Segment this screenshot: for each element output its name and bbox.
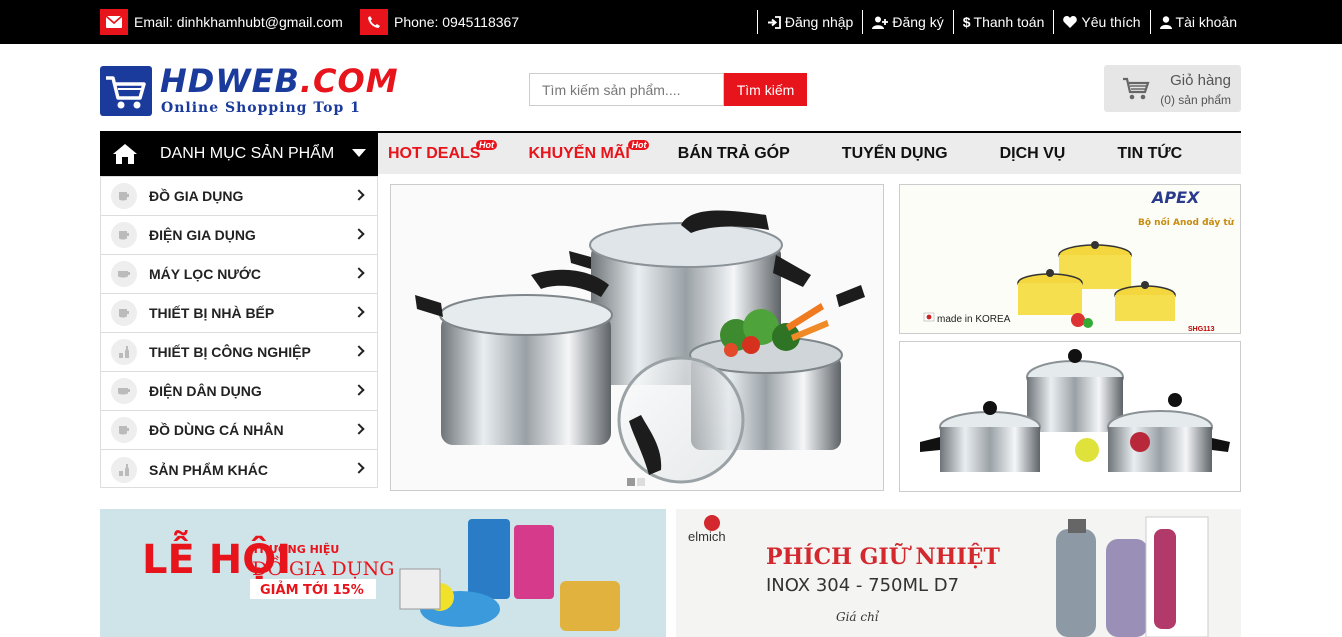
account-label: Tài khoản [1175, 14, 1237, 30]
home-icon [113, 143, 137, 164]
chevron-right-icon [353, 423, 365, 435]
cart-title: Giỏ hàng [1170, 72, 1231, 89]
search-button[interactable]: Tìm kiếm [724, 73, 807, 106]
slider-dot[interactable] [637, 478, 645, 486]
chevron-right-icon [353, 228, 365, 240]
nav-ban-tra-gop[interactable]: BÁN TRẢ GÓP [678, 145, 790, 163]
chevron-right-icon [353, 306, 365, 318]
apex-made-in: made in KOREA [937, 314, 1011, 325]
cookware-pots-image [415, 210, 865, 484]
hero-slider[interactable] [390, 184, 884, 491]
user-icon [1159, 15, 1172, 29]
promo2-sub: INOX 304 - 750ML D7 [766, 575, 959, 596]
nav-khuyen-mai[interactable]: KHUYẾN MÃI Hot [528, 139, 650, 163]
sign-in-icon [767, 15, 781, 29]
nav-tuyen-dung[interactable]: TUYỂN DỤNG [842, 145, 948, 163]
phone-contact[interactable]: Phone: 0945118367 [360, 9, 519, 35]
sidebar-item-thiet-bi-nha-bep[interactable]: THIẾT BỊ NHÀ BẾP [101, 294, 377, 333]
search-form: Tìm kiếm [529, 73, 807, 106]
apex-code: SHG113 [1188, 326, 1215, 333]
envelope-icon [100, 9, 128, 35]
sidebar-item-do-dung-ca-nhan[interactable]: ĐỒ DÙNG CÁ NHÂN [101, 411, 377, 450]
promo2-price-label: Giá chỉ [836, 610, 880, 624]
category-menu-label: DANH MỤC SẢN PHẨM [160, 144, 335, 162]
thermos-promo-image: elmich PHÍCH GIỮ NHIỆT INOX 304 - 750ML … [676, 509, 1241, 637]
category-sidebar: ĐỒ GIA DỤNG ĐIỆN GIA DỤNG MÁY LỌC NƯỚC T… [100, 176, 378, 488]
promo1-line3: ĐỒ GIA DỤNG [252, 555, 394, 580]
cup-icon [111, 417, 137, 443]
apex-cookware-banner[interactable]: APEX Bộ nồi Anod đáy từ made in KOREA SH… [899, 184, 1241, 334]
login-label: Đăng nhập [784, 14, 854, 30]
caret-down-icon [352, 149, 366, 157]
account-link[interactable]: Tài khoản [1149, 10, 1246, 34]
sidebar-item-dien-dan-dung[interactable]: ĐIỆN DÂN DỤNG [101, 372, 377, 411]
chevron-right-icon [353, 462, 365, 474]
phone-icon [360, 9, 388, 35]
nav-hot-deals[interactable]: HOT DEALS Hot [388, 139, 497, 163]
register-link[interactable]: Đăng ký [862, 10, 952, 34]
cup-icon [111, 300, 137, 326]
site-logo[interactable]: HDWEB.COM Online Shopping Top 1 [100, 62, 398, 118]
wishlist-link[interactable]: Yêu thích [1053, 10, 1149, 34]
bottle-icon [111, 456, 137, 483]
sidebar-item-do-gia-dung[interactable]: ĐỒ GIA DỤNG [101, 177, 377, 216]
email-contact[interactable]: Email: dinhkhamhubt@gmail.com [100, 9, 343, 35]
promo2-brand: elmich [688, 529, 726, 544]
slider-dot[interactable] [627, 478, 635, 486]
cup-icon [111, 378, 137, 404]
nav-links: HOT DEALS Hot KHUYẾN MÃI Hot BÁN TRẢ GÓP… [388, 133, 1182, 174]
bottle-icon [111, 339, 137, 365]
cart-count: (0) sản phẩm [1160, 93, 1231, 107]
cart-widget[interactable]: Giỏ hàng (0) sản phẩm [1104, 65, 1241, 112]
chevron-right-icon [353, 189, 365, 201]
logo-cart-icon [100, 66, 152, 116]
apex-title: Bộ nồi Anod đáy từ [1138, 217, 1235, 228]
sidebar-item-san-pham-khac[interactable]: SẢN PHẨM KHÁC [101, 450, 377, 489]
promo1-discount: GIẢM TỚI 15% [260, 581, 364, 598]
category-menu-button[interactable]: DANH MỤC SẢN PHẨM [100, 131, 378, 176]
cart-icon [1123, 77, 1150, 100]
sidebar-item-thiet-bi-cong-nghiep[interactable]: THIẾT BỊ CÔNG NGHIỆP [101, 333, 377, 372]
checkout-link[interactable]: $ Thanh toán [952, 10, 1054, 34]
email-text: Email: dinhkhamhubt@gmail.com [134, 14, 343, 30]
slider-dots[interactable] [627, 478, 647, 486]
account-links: Đăng nhập Đăng ký $ Thanh toán Yêu thích… [756, 10, 1246, 34]
promo-banner-thermos[interactable]: elmich PHÍCH GIỮ NHIỆT INOX 304 - 750ML … [676, 509, 1241, 637]
checkout-label: Thanh toán [973, 14, 1045, 30]
top-bar: Email: dinhkhamhubt@gmail.com Phone: 094… [0, 0, 1342, 44]
search-input[interactable] [529, 73, 724, 106]
logo-brand: HDWEB.COM [160, 62, 399, 100]
user-plus-icon [872, 16, 889, 29]
sidebar-item-may-loc-nuoc[interactable]: MÁY LỌC NƯỚC [101, 255, 377, 294]
logo-tagline: Online Shopping Top 1 [161, 100, 361, 116]
apex-pots-image: APEX Bộ nồi Anod đáy từ made in KOREA SH… [900, 185, 1240, 333]
cup-icon [111, 183, 137, 209]
wishlist-label: Yêu thích [1081, 14, 1141, 30]
main-nav: DANH MỤC SẢN PHẨM HOT DEALS Hot KHUYẾN M… [100, 131, 1241, 176]
heart-icon [1063, 16, 1078, 28]
hot-badge: Hot [628, 139, 650, 150]
dollar-icon: $ [962, 14, 971, 30]
register-label: Đăng ký [892, 14, 944, 30]
chevron-right-icon [353, 384, 365, 396]
chevron-right-icon [353, 345, 365, 357]
cup-icon [111, 261, 137, 287]
steel-pots-image [900, 342, 1240, 491]
sidebar-item-dien-gia-dung[interactable]: ĐIỆN GIA DỤNG [101, 216, 377, 255]
festival-promo-image: LỄ HỘI THƯƠNG HIỆU ĐỒ GIA DỤNG GIẢM TỚI … [100, 509, 666, 637]
cup-icon [111, 222, 137, 248]
apex-brand: APEX [1150, 188, 1200, 207]
promo1-line2: THƯƠNG HIỆU [252, 543, 339, 556]
login-link[interactable]: Đăng nhập [756, 10, 863, 34]
promo2-title: PHÍCH GIỮ NHIỆT [766, 543, 1000, 570]
steel-cookware-banner[interactable] [899, 341, 1241, 492]
phone-text: Phone: 0945118367 [394, 14, 520, 30]
hot-badge: Hot [476, 139, 497, 150]
nav-dich-vu[interactable]: DỊCH VỤ [1000, 145, 1066, 163]
chevron-right-icon [353, 267, 365, 279]
promo-banner-festival[interactable]: LỄ HỘI THƯƠNG HIỆU ĐỒ GIA DỤNG GIẢM TỚI … [100, 509, 666, 637]
nav-tin-tuc[interactable]: TIN TỨC [1117, 145, 1182, 163]
